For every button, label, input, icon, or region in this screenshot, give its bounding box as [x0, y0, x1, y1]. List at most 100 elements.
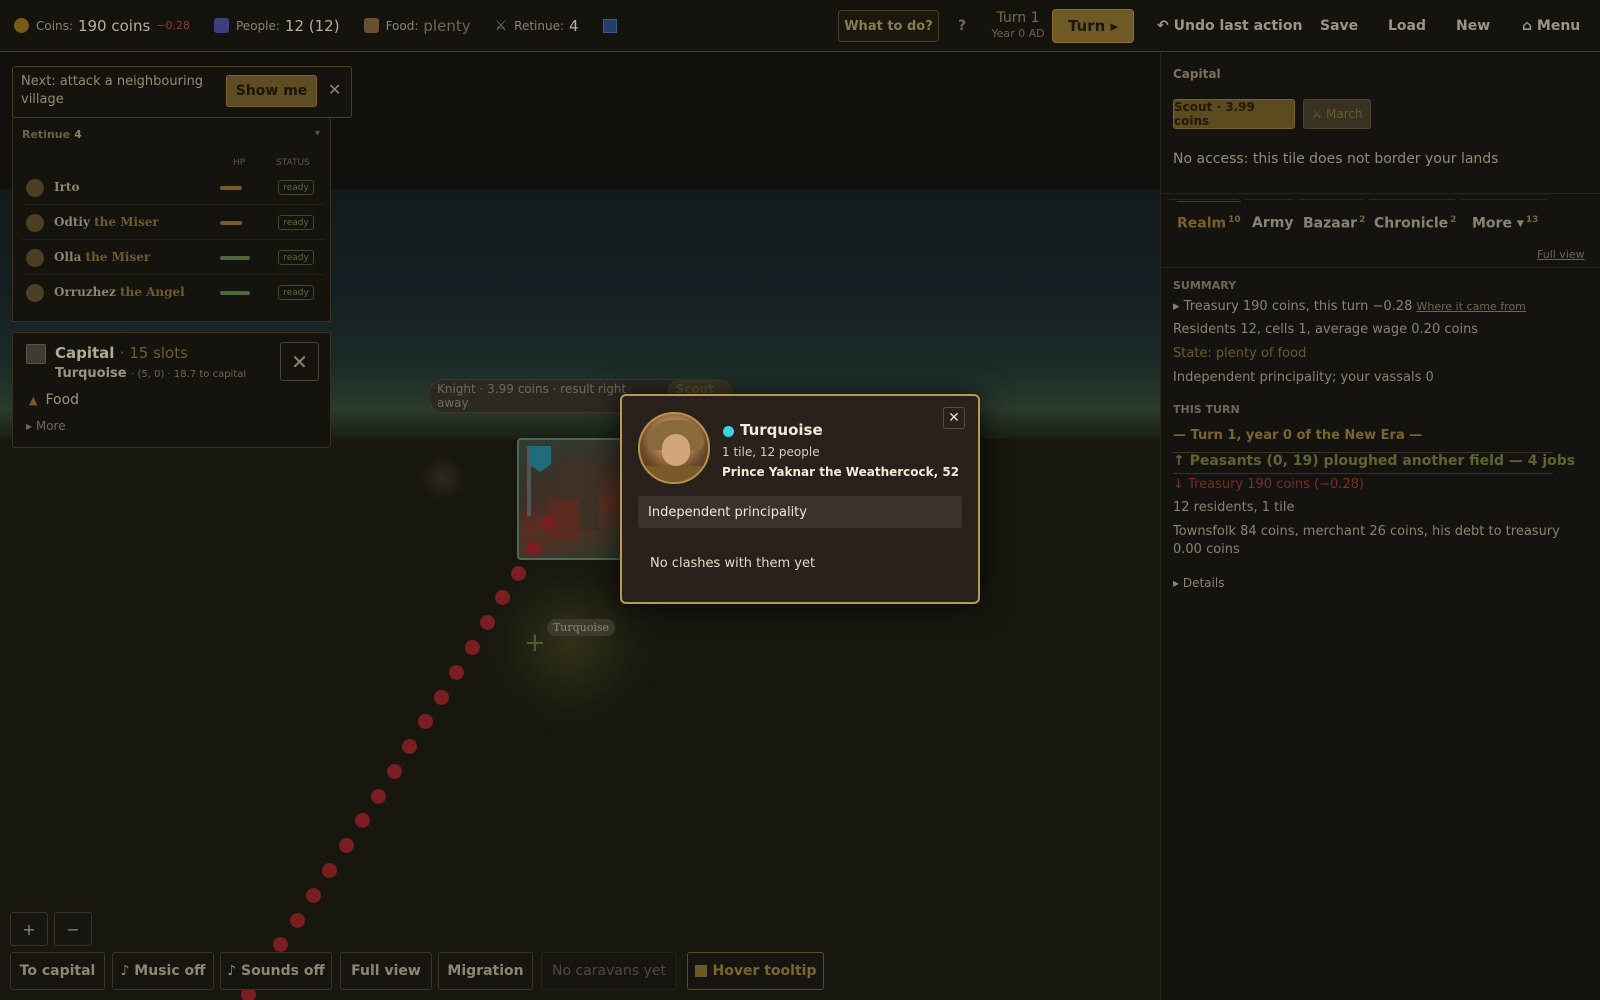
path-dot [541, 516, 556, 531]
this-turn-heading: THIS TURN [1173, 403, 1240, 416]
path-dot [510, 565, 526, 581]
path-dot [464, 639, 480, 655]
retinue-row[interactable]: Olla the Miser ready [22, 241, 324, 275]
end-turn-button[interactable]: Turn ▸ [1052, 9, 1134, 43]
path-dot [370, 788, 386, 804]
tab-bazaar[interactable]: Bazaar 2 [1303, 215, 1365, 232]
full-view-link[interactable]: Full view [1537, 248, 1585, 261]
tab-army[interactable]: Army [1252, 215, 1293, 231]
what-to-do-button[interactable]: What to do? [838, 10, 939, 42]
to-capital-button[interactable]: To capital [10, 952, 105, 990]
capital-more-toggle[interactable]: ▸ More [26, 419, 66, 433]
no-access-message: No access: this tile does not border you… [1173, 151, 1499, 167]
tab-chronicle-label: Chronicle [1374, 215, 1449, 232]
capital-food-label: Food [45, 392, 80, 408]
faction-type: Independent principality [638, 496, 962, 528]
where-it-came-from-link[interactable]: Where it came from [1417, 300, 1526, 313]
banner-icon [529, 446, 551, 472]
status-badge: ready [278, 180, 314, 195]
march-button[interactable]: ⚔ March [1303, 99, 1371, 129]
column-status: STATUS [276, 158, 310, 168]
divider [1161, 267, 1600, 268]
path-dot [449, 664, 465, 680]
hover-tooltip-toggle[interactable]: Hover tooltip [687, 952, 824, 990]
close-icon[interactable]: ✕ [328, 80, 341, 99]
tab-bazaar-label: Bazaar [1303, 215, 1358, 232]
sounds-toggle-button[interactable]: ♪ Sounds off [220, 952, 332, 990]
retinue-name: Orruzhez the Angel [54, 285, 185, 299]
menu-button[interactable]: ⌂ Menu [1522, 10, 1580, 42]
capital-card: Capital · 15 slots Turquoise · (5, 0) · … [12, 332, 331, 448]
faction-clashes: No clashes with them yet [650, 556, 816, 571]
faction-color-dot [723, 426, 734, 437]
city-name-label[interactable]: Turquoise [547, 619, 615, 636]
retinue-row[interactable]: Orruzhez the Angel ready [22, 276, 324, 310]
help-button[interactable]: ? [958, 10, 966, 42]
capital-food-row: ▲ Food [29, 392, 79, 408]
tab-more[interactable]: More ▾ 13 [1472, 215, 1538, 232]
tab-realm[interactable]: Realm 10 [1177, 201, 1241, 232]
warrior-avatar-icon [26, 179, 44, 197]
turn-info: Turn 1 Year 0 AD [990, 10, 1046, 40]
summary-residents: Residents 12, cells 1, average wage 0.20… [1173, 322, 1479, 337]
close-icon[interactable]: ✕ [280, 342, 319, 381]
flag-icon[interactable] [602, 18, 617, 33]
turn-log-header: — Turn 1, year 0 of the New Era — [1173, 428, 1423, 443]
details-toggle[interactable]: ▸ Details [1173, 574, 1593, 592]
village-sprite[interactable] [420, 453, 465, 503]
hp-bar [220, 256, 250, 260]
retinue-epithet: the Miser [94, 215, 159, 229]
undo-button[interactable]: ↶ Undo last action [1157, 10, 1302, 42]
tab-chronicle[interactable]: Chronicle 2 [1374, 215, 1456, 232]
zoom-in-button[interactable]: + [10, 912, 48, 946]
portrait-face [662, 434, 690, 466]
ruler-portrait [638, 412, 710, 484]
food-resource: Food: plenty [363, 16, 471, 35]
scout-button[interactable]: Scout · 3.99 coins [1173, 99, 1295, 129]
retinue-row[interactable]: Irto ready [22, 171, 324, 205]
faction-popup: Turquoise 1 tile, 12 people Prince Yakna… [620, 394, 980, 604]
migration-button[interactable]: Migration [438, 952, 533, 990]
next-step-text: Next: attack a neighbouring village [21, 74, 204, 107]
chevron-down-icon[interactable]: ▾ [315, 128, 320, 139]
coins-label: Coins: [36, 18, 73, 33]
peasants-log-entry: ↑ Peasants (0, 19) ploughed another fiel… [1173, 453, 1576, 469]
status-badge: ready [278, 215, 314, 230]
load-button[interactable]: Load [1388, 10, 1426, 42]
food-label: Food: [385, 18, 419, 33]
retinue-epithet: the Miser [85, 250, 151, 264]
tab-more-badge: 13 [1525, 215, 1539, 225]
new-game-button[interactable]: New [1456, 10, 1490, 42]
tab-realm-badge: 10 [1228, 215, 1241, 225]
close-icon[interactable]: ✕ [943, 407, 965, 429]
zoom-out-button[interactable]: − [54, 912, 92, 946]
show-me-button[interactable]: Show me [226, 75, 317, 107]
summary-state: State: plenty of food [1173, 346, 1307, 361]
food-value: plenty [423, 16, 471, 35]
save-button[interactable]: Save [1320, 10, 1358, 42]
retinue-name-text: Orruzhez [54, 285, 116, 299]
coins-value: 190 coins [77, 16, 151, 35]
retinue-row[interactable]: Odtiy the Miser ready [22, 206, 324, 240]
plus-marker-icon[interactable]: + [524, 628, 546, 658]
summary-treasury[interactable]: ▸ Treasury 190 coins, this turn −0.28 Wh… [1173, 298, 1593, 316]
retinue-name: Odtiy the Miser [54, 215, 159, 229]
capital-slots: · 15 slots [119, 344, 188, 362]
retinue-panel: Retinue 4 ▾ HP STATUS Irto ready Odtiy th… [12, 118, 331, 322]
next-step-hint: Next: attack a neighbouring village Show… [12, 66, 352, 118]
music-toggle-button[interactable]: ♪ Music off [112, 952, 214, 990]
capital-title-text: Capital [55, 344, 115, 362]
people-resource: People: 12 (12) [214, 17, 340, 35]
treasury-log-entry: ↓ Treasury 190 coins (−0.28) [1173, 477, 1365, 492]
retinue-label: Retinue: [514, 18, 565, 33]
full-view-button[interactable]: Full view [340, 952, 432, 990]
tab-bazaar-badge: 2 [1359, 215, 1366, 225]
retinue-resource: ⚔ Retinue: 4 [495, 17, 579, 35]
retinue-heading[interactable]: Retinue 4 [22, 128, 82, 141]
retinue-value: 4 [569, 16, 579, 35]
sidebar-capital-heading: Capital [1173, 67, 1221, 81]
turn-label: Turn 1 [996, 10, 1040, 26]
path-dot [525, 540, 541, 556]
hp-bar [220, 291, 250, 295]
column-hp: HP [233, 158, 246, 168]
